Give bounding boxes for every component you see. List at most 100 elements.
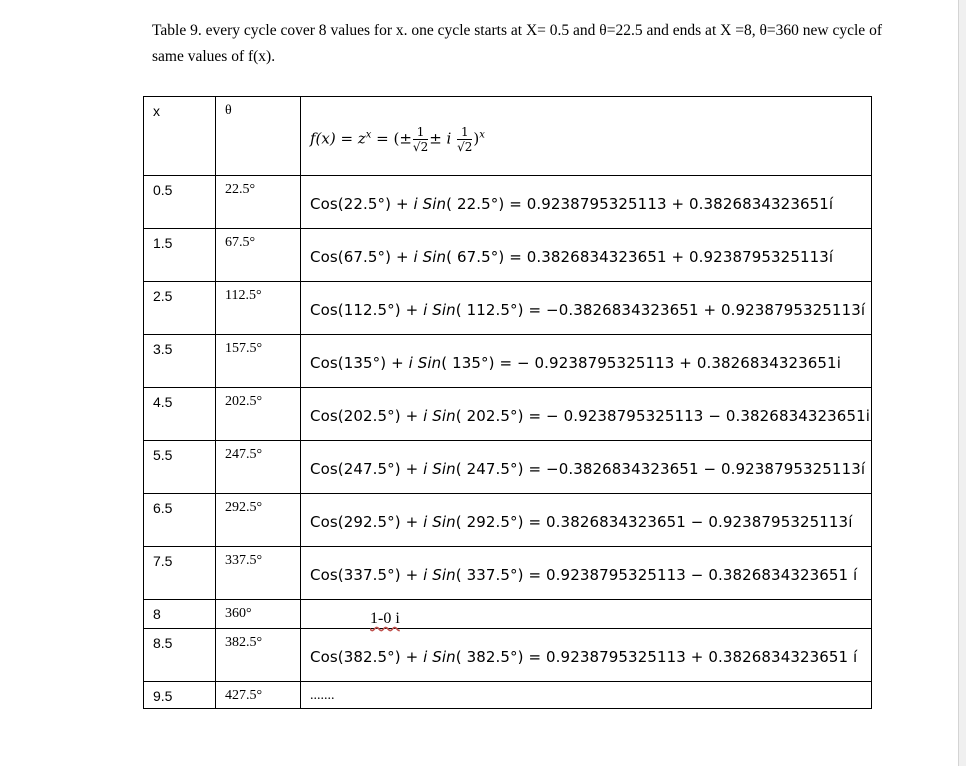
table-row: 7.5 337.5° Cos(337.5°) + i Sin( 337.5°) = … xyxy=(143,546,872,600)
table-row: 2.5 112.5° Cos(112.5°) + i Sin( 112.5°) = … xyxy=(143,281,872,335)
cell-theta: 202.5° xyxy=(215,387,301,441)
expression-part: + xyxy=(400,566,424,584)
cell-theta: 292.5° xyxy=(215,493,301,547)
expression-part: ( 292.5°) xyxy=(455,513,524,531)
table-caption: Table 9. every cycle cover 8 values for … xyxy=(152,22,882,65)
expression-part: ( 135°) xyxy=(441,354,495,372)
cell-x: 5.5 xyxy=(143,440,216,494)
cell-theta: 427.5° xyxy=(215,681,301,709)
expression-part: ( 247.5°) xyxy=(455,460,524,478)
cell-value: Cos(292.5°) + i Sin( 292.5°) = 0.3826834… xyxy=(300,493,872,547)
expression-part: Sin xyxy=(432,566,456,584)
cell-x: 9.5 xyxy=(143,681,216,709)
complex-expression: Cos(382.5°) + i Sin( 382.5°) = 0.9238795… xyxy=(310,629,871,666)
cell-x: 1.5 xyxy=(143,228,216,282)
complex-expression: Cos(292.5°) + i Sin( 292.5°) = 0.3826834… xyxy=(310,494,871,531)
cell-x: 8.5 xyxy=(143,628,216,682)
expression-part: Cos xyxy=(310,248,338,266)
header-row: x θ f(x) = zx = (± 1 √2 ± i 1 √2)x xyxy=(143,96,872,176)
expression-part: ( 112.5°) xyxy=(455,301,524,319)
formula-pm-i: ± i xyxy=(429,129,452,148)
cell-theta: 67.5° xyxy=(215,228,301,282)
expression-part: = − 0.9238795325113 + 0.3826834323651i xyxy=(499,354,841,372)
expression-part: Cos xyxy=(310,354,338,372)
cell-value: Cos(135°) + i Sin( 135°) = − 0.923879532… xyxy=(300,334,872,388)
header-x-label: x xyxy=(153,103,160,119)
expression-part: ( 22.5°) xyxy=(446,195,505,213)
cell-x: 6.5 xyxy=(143,493,216,547)
cell-x: 8 xyxy=(143,599,216,629)
expression-part: Cos xyxy=(310,460,338,478)
cell-value: Cos(112.5°) + i Sin( 112.5°) = −0.382683… xyxy=(300,281,872,335)
cell-theta: 360° xyxy=(215,599,301,629)
expression-part: = 0.9238795325113 + 0.3826834323651ı́ xyxy=(509,195,834,213)
expression-part: ( 337.5°) xyxy=(455,566,524,584)
table-row: 8.5 382.5° Cos(382.5°) + i Sin( 382.5°) = … xyxy=(143,628,872,682)
header-theta: θ xyxy=(215,96,301,176)
expression-part: + xyxy=(400,513,424,531)
expression-part: = −0.3826834323651 + 0.9238795325113ı́ xyxy=(528,301,866,319)
cell-theta: 22.5° xyxy=(215,175,301,229)
document-page: Table 9. every cycle cover 8 values for … xyxy=(0,0,959,766)
expression-part: Sin xyxy=(432,648,456,666)
cell-theta: 157.5° xyxy=(215,334,301,388)
continuation-dots: ....... xyxy=(310,688,335,703)
expression-part: Sin xyxy=(432,460,456,478)
complex-expression: Cos(202.5°) + i Sin( 202.5°) = − 0.92387… xyxy=(310,388,871,425)
formula-sup: x xyxy=(365,129,372,141)
table-row: 4.5 202.5° Cos(202.5°) + i Sin( 202.5°) = … xyxy=(143,387,872,441)
table-row: 6.5 292.5° Cos(292.5°) + i Sin( 292.5°) = … xyxy=(143,493,872,547)
expression-part: = −0.3826834323651 − 0.9238795325113ı́ xyxy=(528,460,866,478)
expression-part: Sin xyxy=(432,301,456,319)
header-formula: f(x) = zx = (± 1 √2 ± i 1 √2)x xyxy=(300,96,872,176)
table-row: 8 360° 1-0 i xyxy=(143,599,872,629)
cell-value: Cos(382.5°) + i Sin( 382.5°) = 0.9238795… xyxy=(300,628,872,682)
expression-part: + xyxy=(391,248,414,266)
expression-part: (67.5°) xyxy=(337,248,392,266)
cell-x: 7.5 xyxy=(143,546,216,600)
expression-part: Cos xyxy=(310,195,338,213)
expression-part: + xyxy=(400,648,424,666)
expression-part: Sin xyxy=(422,248,447,266)
complex-expression: Cos(22.5°) + i Sin( 22.5°) = 0.923879532… xyxy=(310,176,871,213)
cell-value: Cos(67.5°) + i Sin( 67.5°) = 0.382683432… xyxy=(300,228,872,282)
expression-part: (382.5°) xyxy=(337,648,401,666)
expression-part: (247.5°) xyxy=(337,460,401,478)
expression-part: = − 0.9238795325113 − 0.3826834323651i xyxy=(528,407,870,425)
expression-part: Sin xyxy=(432,407,456,425)
expression-part: = 0.9238795325113 + 0.3826834323651 ı́ xyxy=(528,648,858,666)
expression-part: Sin xyxy=(432,513,456,531)
frac-den-1: √2 xyxy=(412,140,429,154)
expression-part: ( 382.5°) xyxy=(455,648,524,666)
cell-value: ....... xyxy=(300,681,872,709)
table-row: 5.5 247.5° Cos(247.5°) + i Sin( 247.5°) = … xyxy=(143,440,872,494)
expression-part: = 0.3826834323651 − 0.9238795325113ı́ xyxy=(528,513,853,531)
expression-part: = 0.3826834323651 + 0.9238795325113ı́ xyxy=(509,248,834,266)
cell-theta: 337.5° xyxy=(215,546,301,600)
fraction-1: 1 √2 xyxy=(412,125,429,154)
expression-part: (112.5°) xyxy=(337,301,401,319)
frac-den-2: √2 xyxy=(457,140,473,154)
cell-value: 1-0 i xyxy=(300,599,872,629)
expression-part: + xyxy=(386,354,409,372)
plain-value: 1-0 i xyxy=(310,600,871,628)
table-row: 9.5 427.5°....... xyxy=(143,681,872,709)
complex-expression: Cos(112.5°) + i Sin( 112.5°) = −0.382683… xyxy=(310,282,871,319)
expression-part: (337.5°) xyxy=(337,566,401,584)
expression-part: Cos xyxy=(310,648,338,666)
cell-x: 0.5 xyxy=(143,175,216,229)
expression-part: (202.5°) xyxy=(337,407,401,425)
header-x: x xyxy=(143,96,216,176)
expression-part: + xyxy=(391,195,414,213)
cycle-table: x θ f(x) = zx = (± 1 √2 ± i 1 √2)x 0.5 22.5° C… xyxy=(143,96,872,709)
expression-part: Cos xyxy=(310,407,338,425)
formula-expression: f(x) = zx = (± 1 √2 ± i 1 √2)x xyxy=(310,97,871,175)
cell-theta: 112.5° xyxy=(215,281,301,335)
expression-part: (22.5°) xyxy=(337,195,392,213)
cell-x: 2.5 xyxy=(143,281,216,335)
expression-part: Cos xyxy=(310,301,338,319)
expression-part: Sin xyxy=(422,195,447,213)
fraction-2: 1 √2 xyxy=(457,125,473,154)
expression-part: + xyxy=(400,301,424,319)
expression-part: ( 67.5°) xyxy=(446,248,505,266)
